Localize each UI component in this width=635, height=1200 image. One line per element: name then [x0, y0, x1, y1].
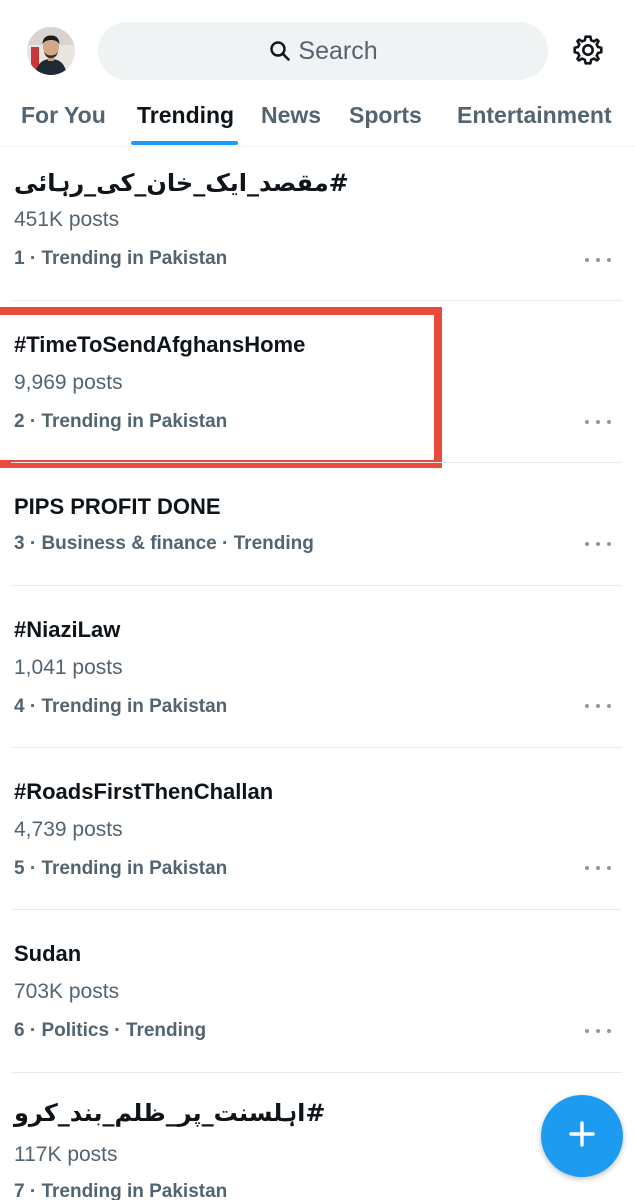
avatar[interactable] — [27, 27, 75, 75]
tab-bar: For You Trending News Sports Entertainme… — [0, 100, 635, 147]
trend-item[interactable]: #RoadsFirstThenChallan 4,739 posts 5 · T… — [0, 748, 635, 909]
trend-item[interactable]: #اہلسنت_پر_ظلم_بند_کرو 117K posts 7 · Tr… — [0, 1073, 635, 1200]
search-input[interactable]: Search — [98, 22, 548, 80]
trend-item[interactable]: #NiaziLaw 1,041 posts 4 · Trending in Pa… — [0, 586, 635, 747]
gear-icon — [571, 33, 605, 72]
search-placeholder: Search — [298, 36, 378, 65]
more-horizontal-icon — [585, 866, 589, 870]
trend-item[interactable]: #مقصد_ایک_خان_کی_رہائی 451K posts 1 · Tr… — [0, 147, 635, 300]
more-horizontal-icon — [585, 1029, 589, 1033]
trend-item-highlighted[interactable]: #TimeToSendAfghansHome 9,969 posts 2 · T… — [0, 301, 635, 462]
more-options-button[interactable] — [585, 701, 611, 711]
active-tab-indicator — [131, 141, 238, 145]
trend-title: Sudan — [14, 941, 82, 966]
trend-meta: 1 · Trending in Pakistan — [14, 248, 228, 269]
trend-post-count: 451K posts — [14, 208, 120, 231]
more-options-button[interactable] — [585, 1026, 611, 1036]
more-options-button[interactable] — [585, 255, 611, 265]
trend-post-count: 9,969 posts — [14, 371, 123, 394]
settings-button[interactable] — [569, 33, 607, 71]
top-bar: Search — [0, 0, 635, 100]
more-horizontal-icon — [585, 704, 589, 708]
trend-title: PIPS PROFIT DONE — [14, 494, 221, 519]
trend-meta: 7 · Trending in Pakistan — [14, 1181, 228, 1200]
more-options-button[interactable] — [585, 417, 611, 427]
trend-meta: 4 · Trending in Pakistan — [14, 696, 228, 717]
trend-item[interactable]: Sudan 703K posts 6 · Politics · Trending — [0, 910, 635, 1072]
tab-for-you[interactable]: For You — [21, 100, 106, 146]
trend-item[interactable]: PIPS PROFIT DONE 3 · Business & finance … — [0, 463, 635, 585]
trend-post-count: 1,041 posts — [14, 656, 123, 679]
trend-meta: 2 · Trending in Pakistan — [14, 411, 228, 432]
avatar-image — [27, 27, 75, 75]
trend-title: #TimeToSendAfghansHome — [14, 332, 306, 357]
compose-button[interactable] — [541, 1095, 623, 1177]
more-horizontal-icon — [585, 420, 589, 424]
trend-title: #اہلسنت_پر_ظلم_بند_کرو — [14, 1099, 326, 1127]
trend-title: #مقصد_ایک_خان_کی_رہائی — [14, 169, 349, 197]
trend-meta: 5 · Trending in Pakistan — [14, 858, 228, 879]
trend-meta: 3 · Business & finance · Trending — [14, 533, 314, 554]
trend-post-count: 117K posts — [14, 1143, 118, 1166]
more-options-button[interactable] — [585, 539, 611, 549]
tab-news[interactable]: News — [261, 100, 321, 146]
more-horizontal-icon — [585, 542, 589, 546]
tab-entertainment[interactable]: Entertainment — [457, 100, 612, 146]
more-options-button[interactable] — [585, 863, 611, 873]
search-icon — [268, 39, 292, 63]
trend-meta: 6 · Politics · Trending — [14, 1020, 207, 1041]
trend-title: #RoadsFirstThenChallan — [14, 779, 274, 804]
plus-icon — [567, 1119, 597, 1154]
trend-post-count: 4,739 posts — [14, 818, 123, 841]
tab-sports[interactable]: Sports — [349, 100, 422, 146]
trend-title: #NiaziLaw — [14, 617, 121, 642]
trend-post-count: 703K posts — [14, 980, 120, 1003]
more-horizontal-icon — [585, 258, 589, 262]
tab-trending[interactable]: Trending — [137, 100, 234, 146]
